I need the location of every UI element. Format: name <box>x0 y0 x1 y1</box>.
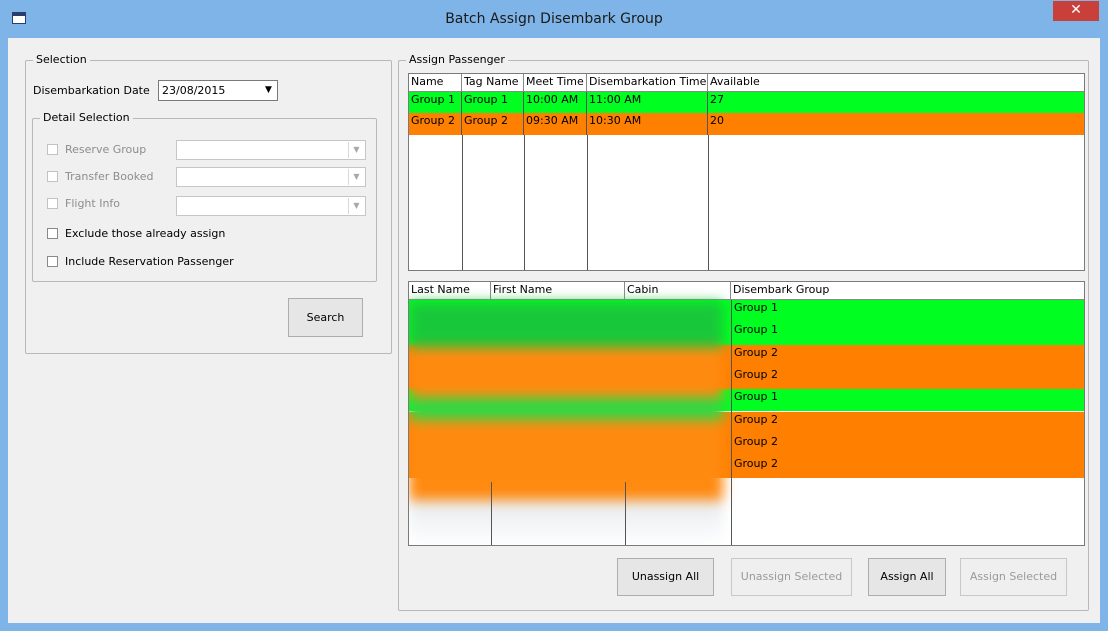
flight-info-label: Flight Info <box>65 197 121 210</box>
column-header-meet-time[interactable]: Meet Time <box>524 74 587 91</box>
disembark-group-cell: Group 2 <box>734 457 778 471</box>
disembarkation-date-picker[interactable]: 23/08/2015 ▼ <box>158 80 278 101</box>
column-divider <box>462 135 463 270</box>
detail-selection-label: Detail Selection <box>40 111 133 124</box>
assign-all-button[interactable]: Assign All <box>868 558 946 596</box>
group-tag-cell: Group 1 <box>462 92 524 113</box>
flight-info-checkbox[interactable] <box>47 198 58 209</box>
disembarkation-date-label: Disembarkation Date <box>33 84 150 97</box>
chevron-down-icon[interactable]: ▼ <box>259 81 277 100</box>
disembark-group-cell: Group 2 <box>734 345 778 359</box>
column-header-disembark-group[interactable]: Disembark Group <box>731 282 1084 299</box>
assign-passenger-label: Assign Passenger <box>406 53 508 66</box>
reserve-group-checkbox[interactable] <box>47 144 58 155</box>
disembark-groups-table[interactable]: Name Tag Name Meet Time Disembarkation T… <box>408 73 1085 271</box>
window-title: Batch Assign Disembark Group <box>445 11 663 27</box>
chevron-down-icon: ▼ <box>348 169 364 185</box>
detail-selection-group: Detail Selection Reserve Group ▼ Transfe… <box>32 111 377 282</box>
table-row[interactable]: Group 2 Group 2 09:30 AM 10:30 AM 20 <box>409 113 1084 135</box>
column-header-tag-name[interactable]: Tag Name <box>462 74 524 91</box>
column-divider <box>524 135 525 270</box>
chevron-down-icon: ▼ <box>348 142 364 158</box>
dialog-body: Selection Disembarkation Date 23/08/2015… <box>8 38 1100 623</box>
column-header-last-name[interactable]: Last Name <box>409 282 491 299</box>
group-name-cell: Group 1 <box>409 92 462 113</box>
close-button[interactable]: ✕ <box>1053 1 1099 21</box>
assign-selected-button[interactable]: Assign Selected <box>960 558 1067 596</box>
column-divider <box>708 135 709 270</box>
passengers-table-header: Last Name First Name Cabin Disembark Gro… <box>409 282 1084 300</box>
selection-group-label: Selection <box>33 53 90 66</box>
transfer-booked-select[interactable]: ▼ <box>176 167 366 187</box>
available-cell: 27 <box>710 93 724 106</box>
column-divider <box>731 300 732 545</box>
column-divider <box>625 482 626 545</box>
disembark-group-cell: Group 2 <box>734 434 778 448</box>
disembark-group-cell: Group 1 <box>734 323 778 337</box>
transfer-booked-checkbox[interactable] <box>47 171 58 182</box>
disembark-time-cell: 10:30 AM <box>587 113 708 135</box>
flight-info-select[interactable]: ▼ <box>176 196 366 216</box>
meet-time-cell: 10:00 AM <box>524 92 587 113</box>
exclude-assigned-checkbox[interactable] <box>47 228 58 239</box>
chevron-down-icon: ▼ <box>348 198 364 214</box>
column-header-disembarkation-time[interactable]: Disembarkation Time <box>587 74 708 91</box>
disembark-group-cell: Group 1 <box>734 390 778 404</box>
transfer-booked-label: Transfer Booked <box>65 170 154 183</box>
exclude-assigned-label: Exclude those already assign <box>65 227 226 240</box>
reserve-group-label: Reserve Group <box>65 143 147 156</box>
passengers-table[interactable]: Last Name First Name Cabin Disembark Gro… <box>408 281 1085 546</box>
available-cell: 20 <box>710 114 724 127</box>
column-header-available[interactable]: Available <box>708 74 1084 91</box>
table-row[interactable]: Group 1 Group 1 10:00 AM 11:00 AM 27 <box>409 92 1084 113</box>
column-divider <box>587 135 588 270</box>
groups-table-header: Name Tag Name Meet Time Disembarkation T… <box>409 74 1084 92</box>
selection-group: Selection Disembarkation Date 23/08/2015… <box>25 53 392 354</box>
include-reservation-label: Include Reservation Passenger <box>65 255 234 268</box>
group-name-cell: Group 2 <box>409 113 462 135</box>
column-divider <box>491 482 492 545</box>
unassign-all-button[interactable]: Unassign All <box>617 558 714 596</box>
title-bar[interactable]: Batch Assign Disembark Group ✕ <box>0 0 1108 38</box>
meet-time-cell: 09:30 AM <box>524 113 587 135</box>
search-button[interactable]: Search <box>288 298 363 337</box>
column-header-name[interactable]: Name <box>409 74 462 91</box>
assign-passenger-group: Assign Passenger Name Tag Name Meet Time… <box>398 53 1089 611</box>
reserve-group-select[interactable]: ▼ <box>176 140 366 160</box>
column-header-first-name[interactable]: First Name <box>491 282 625 299</box>
include-reservation-checkbox[interactable] <box>47 256 58 267</box>
disembark-group-cell: Group 1 <box>734 301 778 314</box>
disembark-group-cell: Group 2 <box>734 412 778 426</box>
dialog-window: Batch Assign Disembark Group ✕ Selection… <box>0 0 1108 631</box>
group-tag-cell: Group 2 <box>462 113 524 135</box>
unassign-selected-button[interactable]: Unassign Selected <box>731 558 852 596</box>
disembark-time-cell: 11:00 AM <box>587 92 708 113</box>
redacted-passenger-names <box>409 302 723 545</box>
disembarkation-date-value: 23/08/2015 <box>162 84 226 97</box>
disembark-group-cell: Group 2 <box>734 367 778 381</box>
column-header-cabin[interactable]: Cabin <box>625 282 731 299</box>
